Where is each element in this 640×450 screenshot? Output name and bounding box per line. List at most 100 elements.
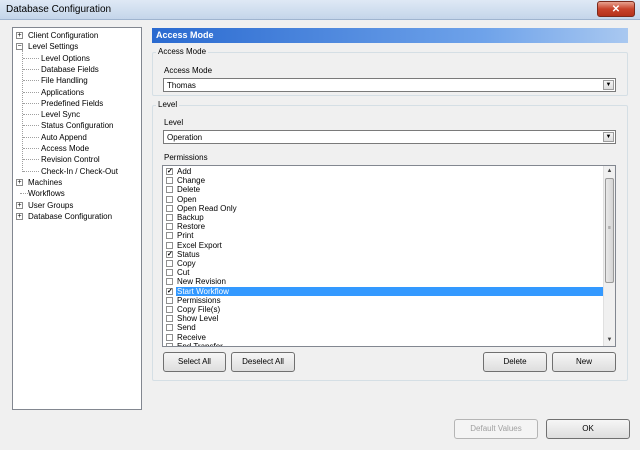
permission-label: Status bbox=[177, 249, 200, 259]
permission-label: Open bbox=[177, 194, 197, 204]
delete-button[interactable]: Delete bbox=[483, 352, 547, 372]
permission-checkbox[interactable]: ✓ bbox=[166, 250, 173, 258]
permission-checkbox[interactable] bbox=[166, 195, 173, 203]
select-all-button[interactable]: Select All bbox=[163, 352, 226, 372]
tree-item-level-sync[interactable]: Level Sync bbox=[41, 109, 80, 120]
tree-item-applications[interactable]: Applications bbox=[41, 87, 84, 98]
permission-row[interactable]: Excel Export bbox=[165, 241, 603, 250]
tree-item-check-in-check-out[interactable]: Check-In / Check-Out bbox=[41, 166, 118, 177]
permission-checkbox[interactable]: ✓ bbox=[166, 287, 173, 295]
permission-checkbox[interactable] bbox=[166, 204, 173, 212]
permission-checkbox[interactable] bbox=[166, 306, 173, 313]
dropdown-arrow-icon[interactable]: ▼ bbox=[603, 132, 614, 142]
permission-row[interactable]: Restore bbox=[165, 222, 603, 231]
tree-item-user-groups[interactable]: User Groups bbox=[28, 200, 73, 211]
grip-icon: ≡ bbox=[608, 225, 611, 231]
tree-connector-line bbox=[23, 91, 39, 93]
permission-label: Send bbox=[177, 323, 196, 333]
permission-row[interactable]: New Revision bbox=[165, 277, 603, 286]
scroll-thumb[interactable]: ≡ bbox=[605, 178, 614, 283]
access-mode-group-legend: Access Mode bbox=[156, 47, 209, 56]
tree-connector-line bbox=[23, 148, 39, 149]
access-mode-label: Access Mode bbox=[164, 66, 213, 75]
default-values-button[interactable]: Default Values bbox=[454, 419, 538, 439]
access-mode-value: Thomas bbox=[167, 81, 196, 90]
navigation-tree[interactable]: + Client Configuration − Level Settings Leve… bbox=[12, 27, 142, 410]
permission-row[interactable]: Copy bbox=[165, 259, 603, 268]
level-dropdown[interactable]: Operation ▼ bbox=[163, 130, 616, 144]
dropdown-arrow-icon[interactable]: ▼ bbox=[603, 80, 614, 90]
permission-checkbox[interactable] bbox=[166, 241, 173, 249]
permission-row[interactable]: Change bbox=[165, 176, 603, 185]
tree-connector-line bbox=[23, 114, 39, 116]
permission-row[interactable]: End Transfer bbox=[165, 342, 603, 346]
permission-row[interactable]: Open bbox=[165, 195, 603, 204]
permission-row[interactable]: ✓ Add bbox=[165, 167, 603, 176]
tree-item-status-configuration[interactable]: Status Configuration bbox=[41, 120, 114, 131]
permission-checkbox[interactable] bbox=[166, 177, 173, 185]
permission-checkbox[interactable] bbox=[166, 269, 173, 277]
permission-label: Start Workflow bbox=[176, 286, 603, 296]
ok-button[interactable]: OK bbox=[546, 419, 630, 439]
access-mode-dropdown[interactable]: Thomas ▼ bbox=[163, 78, 616, 92]
tree-item-file-handling[interactable]: File Handling bbox=[41, 75, 88, 86]
tree-item-revision-control[interactable]: Revision Control bbox=[41, 154, 100, 165]
new-button[interactable]: New bbox=[552, 352, 616, 372]
tree-item-database-configuration[interactable]: Database Configuration bbox=[28, 211, 112, 222]
tree-item-level-options[interactable]: Level Options bbox=[41, 53, 90, 64]
permission-row[interactable]: Cut bbox=[165, 268, 603, 277]
scroll-down-icon[interactable]: ▼ bbox=[604, 335, 615, 346]
permission-checkbox[interactable] bbox=[166, 324, 173, 332]
permissions-scrollbar[interactable]: ▲ ≡ ▼ bbox=[603, 166, 615, 346]
permission-label: Open Read Only bbox=[177, 203, 237, 213]
expand-icon[interactable]: + bbox=[16, 32, 23, 39]
permission-label: Copy File(s) bbox=[177, 305, 221, 314]
permission-checkbox[interactable] bbox=[166, 342, 173, 346]
permissions-list[interactable]: End Transfer Receive Send Show Level Copy Fi… bbox=[162, 165, 616, 347]
permission-checkbox[interactable] bbox=[166, 186, 173, 194]
permission-row[interactable]: ✓ Status bbox=[165, 250, 603, 259]
close-button[interactable]: ✕ bbox=[597, 1, 635, 17]
permission-checkbox[interactable] bbox=[166, 278, 173, 286]
tree-item-access-mode[interactable]: Access Mode bbox=[41, 143, 89, 154]
permission-checkbox[interactable] bbox=[166, 315, 173, 323]
permission-row[interactable]: Copy File(s) bbox=[165, 305, 603, 314]
permission-checkbox[interactable] bbox=[166, 214, 173, 221]
tree-item-database-fields[interactable]: Database Fields bbox=[41, 64, 99, 75]
permission-row[interactable]: Backup bbox=[165, 213, 603, 222]
permission-checkbox[interactable] bbox=[166, 223, 173, 231]
tree-item-predefined-fields[interactable]: Predefined Fields bbox=[41, 98, 103, 109]
tree-connector-line bbox=[23, 159, 39, 161]
permission-row[interactable]: Permissions bbox=[165, 296, 603, 305]
permission-label: Add bbox=[177, 167, 192, 176]
expand-icon[interactable]: + bbox=[16, 178, 23, 186]
permission-checkbox[interactable] bbox=[166, 260, 173, 267]
expand-icon[interactable]: + bbox=[16, 201, 23, 209]
tree-item-machines[interactable]: Machines bbox=[28, 177, 62, 188]
permission-row[interactable]: Print bbox=[165, 231, 603, 240]
tree-item-level-settings[interactable]: Level Settings bbox=[28, 41, 78, 52]
permission-label: Show Level bbox=[177, 314, 219, 324]
tree-connector-line bbox=[23, 125, 39, 127]
tree-item-workflows[interactable]: Workflows bbox=[28, 188, 65, 199]
permission-row[interactable]: Send bbox=[165, 323, 603, 332]
tree-item-auto-append[interactable]: Auto Append bbox=[41, 132, 87, 143]
permission-label: Excel Export bbox=[177, 240, 222, 250]
permission-label: Copy bbox=[177, 259, 196, 268]
deselect-all-button[interactable]: Deselect All bbox=[231, 352, 295, 372]
level-value: Operation bbox=[167, 133, 203, 142]
collapse-icon[interactable]: − bbox=[16, 43, 23, 51]
permission-checkbox[interactable] bbox=[166, 296, 173, 304]
scroll-up-icon[interactable]: ▲ bbox=[604, 166, 615, 177]
permission-row[interactable]: Delete bbox=[165, 185, 603, 194]
expand-icon[interactable]: + bbox=[16, 212, 23, 220]
permission-row[interactable]: Open Read Only bbox=[165, 204, 603, 213]
permission-checkbox[interactable] bbox=[166, 333, 173, 341]
permission-checkbox[interactable]: ✓ bbox=[166, 168, 173, 175]
permission-row[interactable]: ✓ Start Workflow bbox=[165, 286, 603, 296]
permission-checkbox[interactable] bbox=[166, 232, 173, 240]
permission-row[interactable]: Receive bbox=[165, 333, 603, 342]
permission-row[interactable]: Show Level bbox=[165, 314, 603, 323]
tree-item-client-configuration[interactable]: Client Configuration bbox=[28, 30, 98, 41]
tree-connector-line bbox=[23, 102, 39, 104]
